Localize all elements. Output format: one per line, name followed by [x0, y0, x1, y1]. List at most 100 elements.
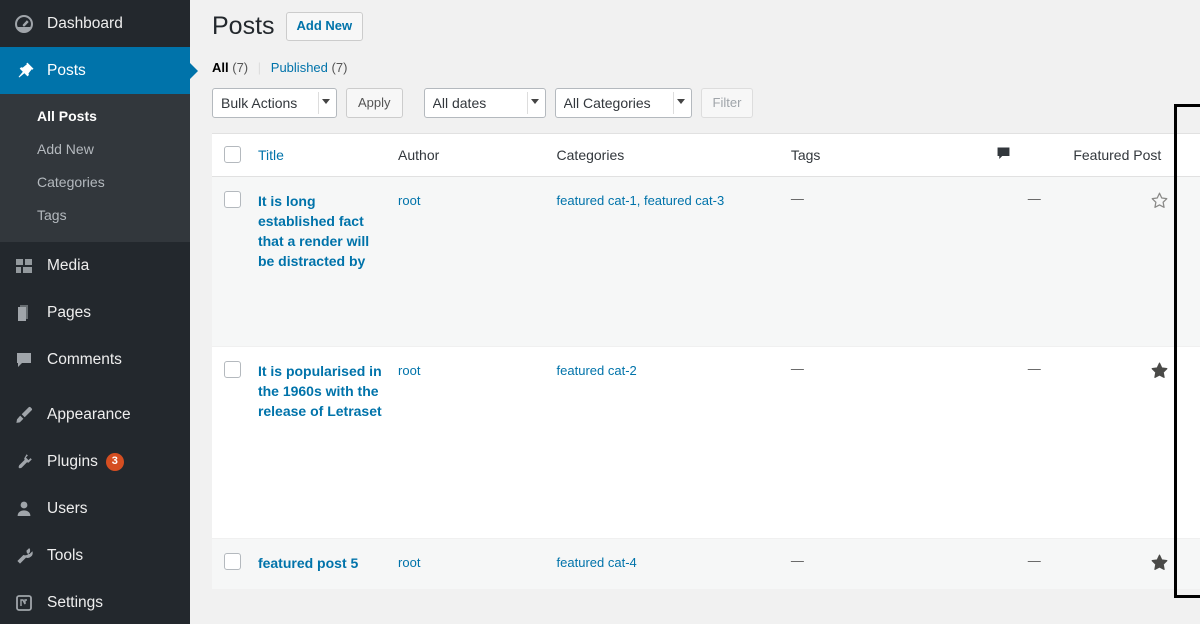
pages-icon	[14, 303, 38, 323]
table-row[interactable]: featured post 5 root featured cat-4 — —	[212, 537, 1200, 589]
row-comments-cell: —	[995, 175, 1074, 346]
sidebar-subitem-categories[interactable]: Categories	[0, 166, 190, 199]
users-icon	[14, 499, 38, 519]
sidebar-item-label: Tools	[47, 546, 84, 564]
filter-count-published: (7)	[331, 59, 348, 75]
posts-table-head: Title Author Categories Tags Featured Po…	[212, 133, 1200, 177]
column-title[interactable]: Title	[257, 133, 399, 177]
post-title-link[interactable]: It is long established fact that a rende…	[258, 191, 388, 272]
sidebar-item-settings[interactable]: Settings	[0, 579, 190, 624]
sidebar-item-dashboard[interactable]: Dashboard	[0, 0, 190, 47]
sidebar-item-label: Pages	[47, 303, 91, 321]
row-checkbox[interactable]	[224, 190, 241, 208]
posts-table: Title Author Categories Tags Featured Po…	[212, 132, 1200, 589]
filter-link-published[interactable]: Published	[271, 60, 328, 75]
all-categories-wrap: All Categories	[554, 87, 692, 118]
filter-button[interactable]: Filter	[700, 87, 754, 118]
row-select-cell	[212, 345, 258, 538]
sidebar-item-label: Media	[47, 256, 90, 274]
sidebar-subitem-tags[interactable]: Tags	[0, 199, 190, 232]
row-tags-cell: —	[790, 537, 996, 589]
column-featured-post: Featured Post	[1073, 133, 1200, 177]
sidebar-item-media[interactable]: Media	[0, 242, 190, 289]
category-filter-select[interactable]: All Categories	[554, 87, 692, 118]
status-filter-links: All (7) | Published (7)	[212, 60, 1200, 75]
table-header-row: Title Author Categories Tags Featured Po…	[212, 133, 1200, 177]
column-comments[interactable]	[995, 133, 1074, 177]
admin-sidebar: Dashboard Posts All Posts Add New Catego…	[0, 0, 198, 624]
table-row[interactable]: It is long established fact that a rende…	[212, 175, 1200, 346]
sidebar-subitem-add-new[interactable]: Add New	[0, 133, 190, 166]
sidebar-item-tools[interactable]: Tools	[0, 532, 190, 579]
row-featured-cell[interactable]	[1073, 537, 1200, 589]
row-select-cell	[212, 537, 258, 589]
add-new-button[interactable]: Add New	[285, 11, 364, 41]
filter-separator: |	[257, 59, 262, 75]
sidebar-item-label: Users	[47, 499, 88, 517]
sidebar-item-users[interactable]: Users	[0, 485, 190, 532]
post-comments-value: —	[1027, 360, 1041, 376]
sidebar-item-label: Comments	[47, 350, 122, 368]
row-author-cell: root	[398, 345, 557, 538]
row-checkbox[interactable]	[224, 552, 241, 570]
row-select-cell	[212, 175, 258, 346]
row-comments-cell: —	[995, 345, 1074, 538]
filter-link-all[interactable]: All	[212, 60, 229, 75]
brush-icon	[14, 405, 38, 425]
star-filled-icon[interactable]	[1150, 361, 1168, 379]
row-categories-cell: featured cat-4	[556, 537, 791, 589]
row-title-cell: featured post 5	[257, 537, 399, 589]
sidebar-item-label: Appearance	[47, 405, 131, 423]
post-comments-value: —	[1027, 552, 1041, 568]
sidebar-item-label: Dashboard	[47, 14, 123, 32]
select-all-checkbox[interactable]	[224, 146, 241, 164]
row-categories-cell: featured cat-1, featured cat-3	[556, 175, 791, 346]
post-title-link[interactable]: featured post 5	[258, 553, 358, 573]
star-outline-icon[interactable]	[1150, 191, 1168, 209]
row-featured-cell[interactable]	[1073, 175, 1200, 346]
sidebar-subitem-all-posts[interactable]: All Posts	[0, 100, 190, 133]
bulk-actions-select[interactable]: Bulk Actions	[212, 87, 337, 118]
post-categories-link[interactable]: featured cat-1, featured cat-3	[557, 193, 725, 208]
sidebar-item-label: Settings	[47, 593, 104, 611]
row-tags-cell: —	[790, 175, 996, 346]
filter-count-all: (7)	[232, 59, 249, 75]
post-comments-value: —	[1027, 190, 1041, 206]
post-author-link[interactable]: root	[398, 555, 420, 570]
post-categories-link[interactable]: featured cat-4	[557, 555, 637, 570]
settings-icon	[14, 593, 38, 613]
date-filter-select[interactable]: All dates	[423, 87, 546, 118]
page-title: Posts	[212, 12, 275, 40]
wrench-icon	[14, 546, 38, 566]
post-title-link[interactable]: It is popularised in the 1960s with the …	[258, 361, 388, 422]
sidebar-item-plugins[interactable]: Plugins 3	[0, 438, 190, 485]
sidebar-item-appearance[interactable]: Appearance	[0, 391, 190, 438]
sidebar-item-posts[interactable]: Posts	[0, 47, 198, 94]
post-categories-link[interactable]: featured cat-2	[557, 363, 637, 378]
pin-icon	[14, 61, 38, 81]
page-header: Posts Add New	[212, 10, 1200, 43]
post-author-link[interactable]: root	[398, 363, 420, 378]
row-checkbox[interactable]	[224, 360, 241, 378]
sidebar-divider	[0, 383, 190, 391]
main-content: Posts Add New All (7) | Published (7) Bu…	[190, 0, 1200, 624]
star-filled-icon[interactable]	[1150, 553, 1168, 571]
row-title-cell: It is popularised in the 1960s with the …	[257, 345, 399, 538]
row-featured-cell[interactable]	[1073, 345, 1200, 538]
plugins-update-badge: 3	[105, 452, 124, 471]
row-comments-cell: —	[995, 537, 1074, 589]
apply-button[interactable]: Apply	[346, 87, 403, 118]
post-author-link[interactable]: root	[398, 193, 420, 208]
sidebar-item-comments[interactable]: Comments	[0, 336, 190, 383]
post-tags-value: —	[790, 552, 804, 568]
dashboard-icon	[14, 14, 38, 34]
sidebar-item-label: Plugins	[47, 452, 98, 470]
sidebar-item-pages[interactable]: Pages	[0, 289, 190, 336]
post-tags-value: —	[790, 190, 804, 206]
row-categories-cell: featured cat-2	[556, 345, 791, 538]
row-title-cell: It is long established fact that a rende…	[257, 175, 399, 346]
posts-submenu: All Posts Add New Categories Tags	[0, 94, 190, 242]
row-tags-cell: —	[790, 345, 996, 538]
column-tags: Tags	[790, 133, 996, 177]
table-row[interactable]: It is popularised in the 1960s with the …	[212, 345, 1200, 538]
